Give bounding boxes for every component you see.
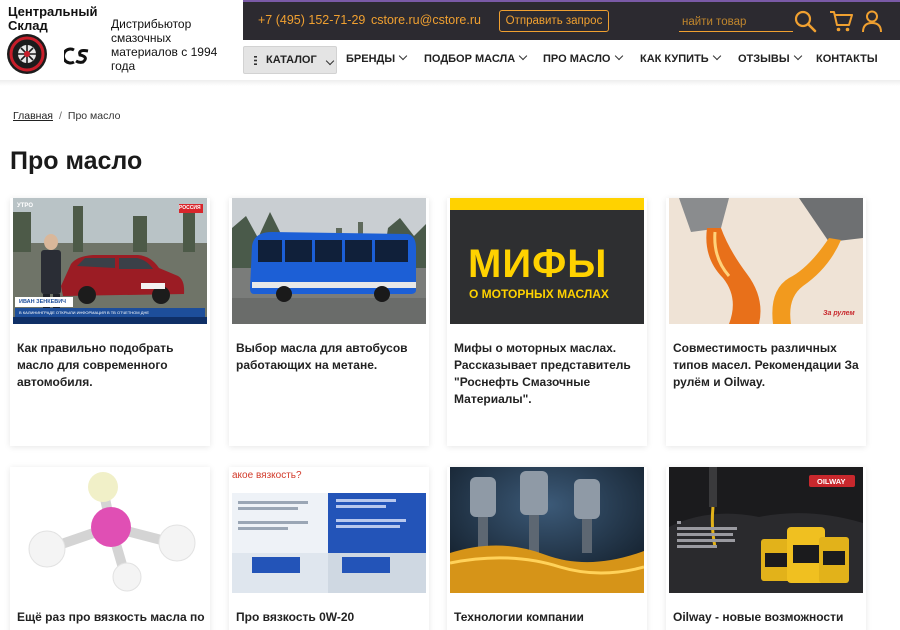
phone-link[interactable]: +7 (495) 152-71-29 bbox=[258, 13, 365, 27]
article-title[interactable]: Совместимость различных типов масел. Рек… bbox=[673, 340, 861, 391]
menu-dots-icon bbox=[254, 56, 257, 65]
article-thumbnail: акое вязкость? bbox=[232, 467, 426, 593]
chevron-down-icon bbox=[398, 51, 408, 61]
nav-item-contacts[interactable]: КОНТАКТЫ bbox=[816, 53, 878, 65]
oil-pouring-image bbox=[669, 198, 863, 324]
article-card[interactable]: Выбор масла для автобусов работающих на … bbox=[229, 198, 429, 446]
logo-wheel-icon bbox=[7, 34, 47, 74]
viscosity-slides-image bbox=[232, 467, 426, 593]
oilway-logo: OILWAY bbox=[817, 477, 846, 486]
nav-item-brands[interactable]: БРЕНДЫ bbox=[346, 51, 408, 65]
logo-cs-mark-icon bbox=[64, 47, 89, 65]
article-card[interactable]: МИФЫ О МОТОРНЫХ МАСЛАХ Мифы о моторных м… bbox=[447, 198, 647, 446]
article-title[interactable]: Oilway - новые возможности для bbox=[673, 609, 861, 630]
article-card[interactable]: OILWAY Oilway - новые возможности для bbox=[666, 467, 866, 630]
article-thumbnail bbox=[232, 198, 426, 324]
catalog-label: КАТАЛОГ bbox=[266, 54, 317, 66]
search-icon[interactable] bbox=[793, 9, 817, 33]
article-thumbnail: МИФЫ О МОТОРНЫХ МАСЛАХ bbox=[450, 198, 644, 324]
image-watermark: За рулем bbox=[823, 310, 855, 317]
image-ticker-text: В КАЛИНИНГРАДЕ ОТКРЫЛИ ИНФОРМАЦИЯ В ТВ О… bbox=[19, 310, 149, 315]
main-nav: КАТАЛОГ БРЕНДЫ ПОДБОР МАСЛА ПРО МАСЛО КА… bbox=[243, 40, 900, 80]
logo-block[interactable]: Центральный Склад Дистрибьютор смазочных… bbox=[0, 0, 243, 80]
nav-item-oil-selection[interactable]: ПОДБОР МАСЛА bbox=[424, 51, 528, 65]
breadcrumb-current: Про масло bbox=[67, 110, 121, 122]
logo-name-line1: Центральный bbox=[8, 4, 98, 19]
page-title: Про масло bbox=[10, 147, 143, 175]
article-card[interactable]: акое вязкость? Про вязкость 0W-20 bbox=[229, 467, 429, 630]
breadcrumb: Главная / Про масло bbox=[13, 110, 120, 122]
nav-item-how-to-buy[interactable]: КАК КУПИТЬ bbox=[640, 51, 721, 65]
article-title[interactable]: Ещё раз про вязкость масла по bbox=[17, 609, 205, 626]
molecule-image bbox=[13, 467, 207, 593]
article-title[interactable]: Технологии компании bbox=[454, 609, 642, 626]
article-thumbnail bbox=[13, 467, 207, 593]
user-icon[interactable] bbox=[860, 9, 884, 33]
red-car-image bbox=[13, 198, 207, 324]
article-thumbnail bbox=[450, 467, 644, 593]
article-thumbnail: УТРО РОССИЯ ИВАН ЗЕНКЕВИЧ В КАЛИНИНГРАДЕ… bbox=[13, 198, 207, 324]
email-link[interactable]: cstore.ru@cstore.ru bbox=[371, 13, 481, 27]
cart-icon[interactable] bbox=[829, 9, 853, 33]
engine-pistons-image bbox=[450, 467, 644, 593]
logo-tagline: Дистрибьютор смазочных материалов с 1994… bbox=[111, 17, 218, 73]
article-title[interactable]: Как правильно подобрать масло для соврем… bbox=[17, 340, 205, 391]
chevron-down-icon bbox=[793, 51, 802, 61]
catalog-button[interactable]: КАТАЛОГ bbox=[243, 46, 337, 74]
breadcrumb-home-link[interactable]: Главная bbox=[13, 110, 53, 122]
image-channel-label: УТРО bbox=[17, 203, 33, 209]
header-divider bbox=[0, 80, 900, 86]
logo-name: Центральный Склад bbox=[8, 5, 97, 33]
nav-item-reviews[interactable]: ОТЗЫВЫ bbox=[738, 51, 802, 65]
article-title[interactable]: Выбор масла для автобусов работающих на … bbox=[236, 340, 424, 374]
chevron-down-icon bbox=[614, 51, 623, 61]
article-thumbnail: OILWAY bbox=[669, 467, 863, 593]
image-headline: МИФЫ bbox=[468, 242, 608, 286]
article-thumbnail: За рулем bbox=[669, 198, 863, 324]
nav-item-about-oil[interactable]: ПРО МАСЛО bbox=[543, 51, 623, 65]
image-subline: О МОТОРНЫХ МАСЛАХ bbox=[469, 287, 609, 301]
article-card[interactable]: За рулем Совместимость различных типов м… bbox=[666, 198, 866, 446]
chevron-down-icon bbox=[325, 56, 335, 66]
article-card[interactable]: Технологии компании bbox=[447, 467, 647, 630]
search-input[interactable] bbox=[679, 12, 793, 32]
image-heading: акое вязкость? bbox=[232, 470, 302, 481]
chevron-down-icon bbox=[518, 51, 528, 61]
topbar: +7 (495) 152-71-29 cstore.ru@cstore.ru О… bbox=[243, 0, 900, 40]
image-network-label: РОССИЯ bbox=[179, 205, 201, 211]
blue-bus-image bbox=[232, 198, 426, 324]
logo-name-line2: Склад bbox=[8, 18, 48, 33]
article-title[interactable]: Про вязкость 0W-20 bbox=[236, 609, 424, 626]
article-card[interactable]: УТРО РОССИЯ ИВАН ЗЕНКЕВИЧ В КАЛИНИНГРАДЕ… bbox=[10, 198, 210, 446]
article-title[interactable]: Мифы о моторных маслах. Рассказывает пре… bbox=[454, 340, 642, 408]
image-person-name: ИВАН ЗЕНКЕВИЧ bbox=[19, 299, 67, 305]
chevron-down-icon bbox=[712, 51, 721, 61]
article-card[interactable]: Ещё раз про вязкость масла по bbox=[10, 467, 210, 630]
send-request-button[interactable]: Отправить запрос bbox=[499, 10, 609, 32]
breadcrumb-separator: / bbox=[58, 110, 62, 122]
